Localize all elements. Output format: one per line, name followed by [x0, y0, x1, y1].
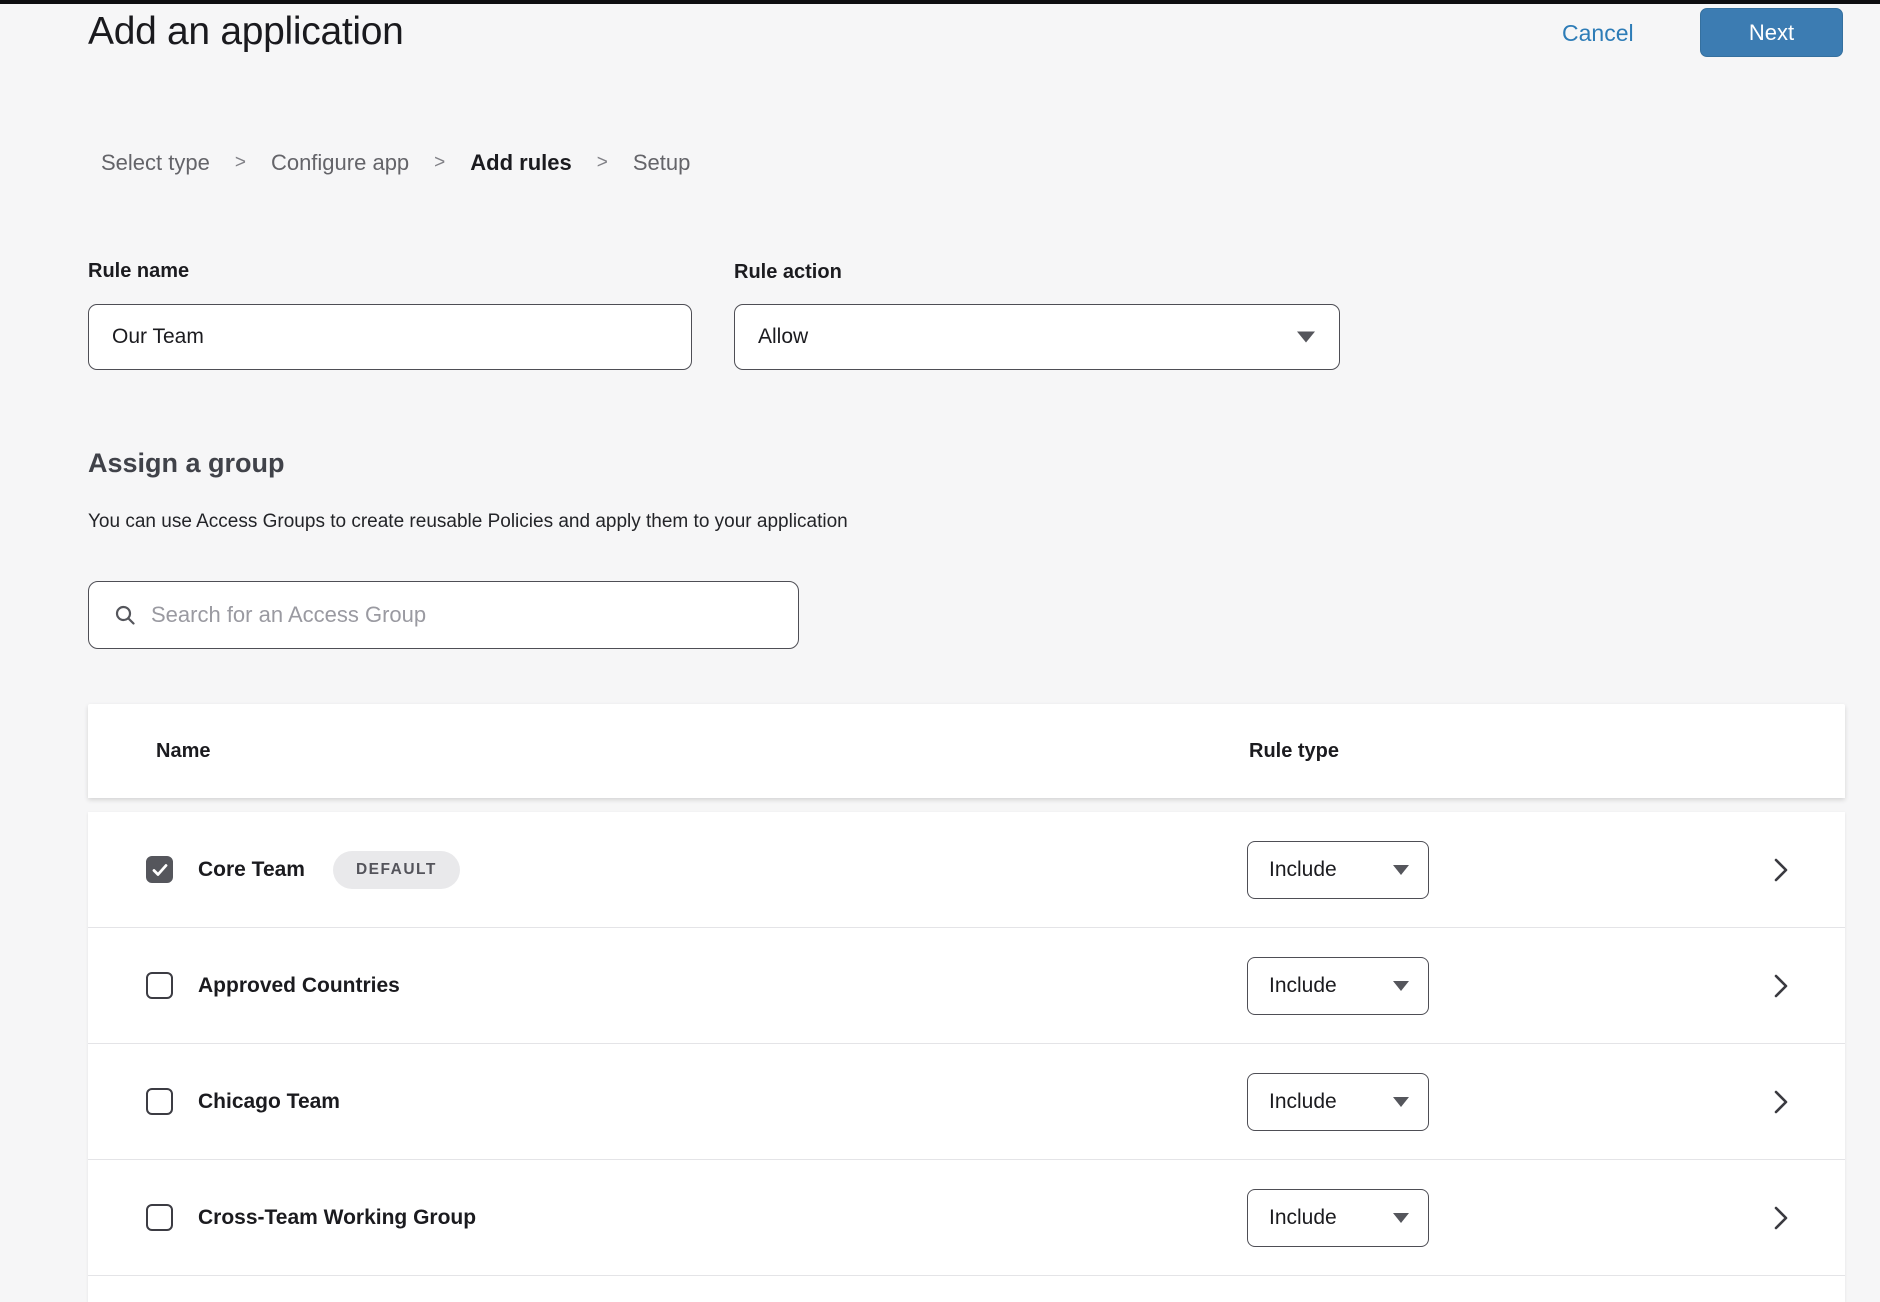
row-expand-button[interactable] [1766, 1085, 1796, 1119]
breadcrumb-step-select-type[interactable]: Select type [101, 150, 210, 176]
search-input[interactable] [151, 602, 784, 628]
row-checkbox[interactable] [146, 972, 173, 999]
row-checkbox[interactable] [146, 1088, 173, 1115]
group-name: Approved Countries [198, 974, 400, 998]
breadcrumb-separator: > [235, 152, 246, 174]
cancel-button[interactable]: Cancel [1562, 20, 1634, 47]
table-row: Chicago Team Include [88, 1044, 1845, 1160]
breadcrumb-separator: > [434, 152, 445, 174]
table-header: Name Rule type [88, 704, 1845, 798]
rule-type-value: Include [1269, 1206, 1337, 1230]
caret-down-icon [1297, 332, 1315, 343]
checkmark-icon [151, 861, 169, 879]
default-badge: DEFAULT [333, 851, 460, 889]
access-group-search[interactable] [88, 581, 799, 649]
row-checkbox[interactable] [146, 1204, 173, 1231]
next-button[interactable]: Next [1700, 8, 1843, 57]
breadcrumb-step-add-rules[interactable]: Add rules [470, 150, 571, 176]
caret-down-icon [1393, 1097, 1409, 1107]
chevron-right-icon [1771, 1202, 1791, 1234]
breadcrumb: Select type > Configure app > Add rules … [101, 150, 690, 176]
rule-type-select[interactable]: Include [1247, 1073, 1429, 1131]
row-expand-button[interactable] [1766, 969, 1796, 1003]
assign-group-heading: Assign a group [88, 448, 285, 479]
rule-name-input[interactable] [88, 304, 692, 370]
table-row: Approved Countries Include [88, 928, 1845, 1044]
chevron-right-icon [1771, 854, 1791, 886]
rule-type-value: Include [1269, 858, 1337, 882]
chevron-right-icon [1771, 970, 1791, 1002]
rule-type-value: Include [1269, 974, 1337, 998]
column-header-name: Name [156, 740, 210, 763]
rule-type-select[interactable]: Include [1247, 957, 1429, 1015]
row-checkbox[interactable] [146, 856, 173, 883]
breadcrumb-separator: > [597, 152, 608, 174]
caret-down-icon [1393, 981, 1409, 991]
search-icon [113, 603, 137, 627]
access-group-table: Core Team DEFAULT Include Approved Count… [88, 812, 1845, 1302]
table-row-partial [88, 1276, 1845, 1301]
page-title: Add an application [88, 8, 404, 56]
rule-action-label: Rule action [734, 261, 842, 284]
rule-action-value: Allow [758, 325, 808, 349]
caret-down-icon [1393, 865, 1409, 875]
group-name: Core Team [198, 858, 305, 882]
table-row: Core Team DEFAULT Include [88, 812, 1845, 928]
breadcrumb-step-configure-app[interactable]: Configure app [271, 150, 409, 176]
rule-type-value: Include [1269, 1090, 1337, 1114]
group-name: Cross-Team Working Group [198, 1206, 476, 1230]
rule-name-label: Rule name [88, 260, 189, 283]
group-name: Chicago Team [198, 1090, 340, 1114]
column-header-rule-type: Rule type [1249, 740, 1339, 763]
rule-action-select[interactable]: Allow [734, 304, 1340, 370]
row-expand-button[interactable] [1766, 853, 1796, 887]
breadcrumb-step-setup[interactable]: Setup [633, 150, 691, 176]
table-row: Cross-Team Working Group Include [88, 1160, 1845, 1276]
caret-down-icon [1393, 1213, 1409, 1223]
rule-type-select[interactable]: Include [1247, 1189, 1429, 1247]
rule-type-select[interactable]: Include [1247, 841, 1429, 899]
row-expand-button[interactable] [1766, 1201, 1796, 1235]
top-edge-bar [0, 0, 1880, 4]
chevron-right-icon [1771, 1086, 1791, 1118]
assign-group-description: You can use Access Groups to create reus… [88, 511, 848, 533]
